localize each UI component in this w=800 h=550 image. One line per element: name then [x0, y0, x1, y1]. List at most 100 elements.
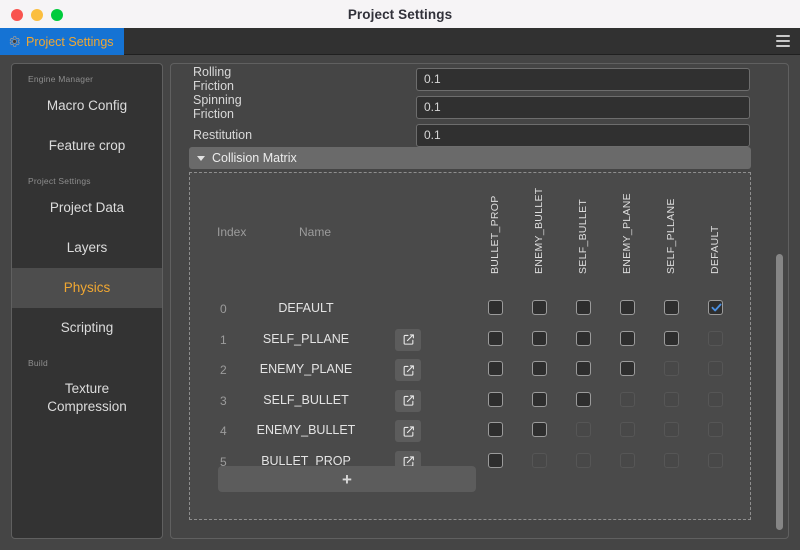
collision-checkbox-enemy_plane-self_bullet[interactable]	[576, 361, 591, 376]
row-index: 4	[220, 424, 227, 438]
column-header-default: DEFAULT	[709, 225, 721, 274]
spinning-friction-input[interactable]	[416, 95, 750, 119]
sidebar-item-scripting[interactable]: Scripting	[12, 308, 162, 348]
sidebar-item-layers[interactable]: Layers	[12, 228, 162, 268]
tab-bar: Project Settings	[0, 28, 800, 55]
collision-checkbox-default-bullet_prop[interactable]	[488, 300, 503, 315]
row-name: ENEMY_BULLET	[256, 423, 356, 437]
row-name: SELF_PLLANE	[262, 331, 350, 346]
collision-matrix-section-header[interactable]: Collision Matrix	[189, 147, 751, 169]
collision-checkbox-bullet_prop-bullet_prop[interactable]	[488, 452, 503, 468]
body-area: Engine Manager Macro Config Feature crop…	[0, 56, 800, 550]
row-index: 1	[220, 332, 227, 347]
rolling-friction-input[interactable]	[416, 67, 750, 91]
collision-checkbox-enemy_bullet-default	[708, 422, 723, 437]
sidebar-item-texture-compression[interactable]: Texture Compression	[12, 370, 162, 426]
sidebar-item-label-line1: Texture	[64, 381, 110, 397]
restitution-input[interactable]	[416, 123, 750, 147]
sidebar-item-label: Project Data	[49, 200, 125, 216]
table-row: 0 DEFAULT	[190, 294, 752, 327]
collision-checkbox-self_pllane-bullet_prop[interactable]	[488, 330, 503, 346]
add-row-button-label: +	[342, 469, 352, 489]
sidebar-item-physics[interactable]: Physics	[12, 268, 162, 308]
collision-checkbox-self_pllane-default	[708, 330, 723, 346]
collision-checkbox-bullet_prop-self_pllane	[664, 452, 679, 468]
checkmark-icon	[711, 303, 722, 312]
field-label-rolling-friction: Rolling Friction	[193, 65, 234, 93]
collision-checkbox-default-default[interactable]	[708, 300, 723, 315]
collision-checkbox-enemy_plane-bullet_prop[interactable]	[488, 361, 503, 376]
edit-square-icon	[403, 425, 414, 437]
collision-checkbox-default-self_pllane[interactable]	[664, 300, 679, 315]
edit-layer-button[interactable]	[395, 359, 421, 381]
collision-checkbox-enemy_plane-enemy_bullet[interactable]	[532, 361, 547, 376]
collision-checkbox-self_pllane-enemy_bullet[interactable]	[532, 330, 547, 346]
title-bar: Project Settings	[0, 0, 800, 28]
sidebar-item-label: Layers	[66, 240, 108, 256]
collision-checkbox-self_pllane-enemy_plane[interactable]	[620, 330, 635, 346]
edit-square-icon	[403, 364, 414, 376]
hamburger-line	[776, 45, 790, 47]
vertical-scrollbar-thumb[interactable]	[776, 254, 783, 530]
collision-checkbox-enemy_bullet-self_pllane	[664, 422, 679, 437]
gear-icon	[8, 35, 21, 48]
edit-layer-button[interactable]	[395, 389, 421, 412]
add-layer-button[interactable]: +	[218, 466, 476, 492]
column-header-self-pllane: SELF_PLLANE	[665, 198, 677, 274]
app-window: Project Settings Project Settings Engine…	[0, 0, 800, 550]
sidebar-item-macro-config[interactable]: Macro Config	[12, 86, 162, 126]
sidebar-group-label-project-settings: Project Settings	[28, 176, 91, 186]
hamburger-line	[776, 35, 790, 37]
collision-checkbox-self_pllane-self_bullet[interactable]	[576, 330, 591, 346]
sidebar-item-label: Feature crop	[48, 138, 126, 154]
vertical-scrollbar-track[interactable]	[775, 66, 784, 538]
collision-checkbox-bullet_prop-enemy_bullet	[532, 452, 547, 468]
table-row: 3 SELF_BULLET	[190, 386, 752, 419]
table-row: 1 SELF_PLLANE	[190, 325, 752, 358]
collision-checkbox-enemy_plane-default	[708, 361, 723, 376]
row-name: DEFAULT	[278, 301, 334, 315]
collision-checkbox-enemy_plane-enemy_plane[interactable]	[620, 361, 635, 376]
column-header-index: Index	[217, 225, 247, 239]
column-header-name: Name	[299, 225, 332, 239]
collision-checkbox-self_pllane-self_pllane[interactable]	[664, 330, 679, 346]
row-index: 0	[220, 302, 227, 316]
traffic-lights	[11, 9, 63, 21]
sidebar-item-project-data[interactable]: Project Data	[12, 188, 162, 228]
collision-matrix-title: Collision Matrix	[212, 151, 297, 165]
edit-square-icon	[403, 395, 414, 406]
hamburger-icon[interactable]	[776, 35, 790, 47]
collision-checkbox-bullet_prop-enemy_plane	[620, 452, 635, 468]
collision-checkbox-bullet_prop-default	[708, 452, 723, 468]
collision-checkbox-self_bullet-bullet_prop[interactable]	[488, 391, 503, 407]
tab-project-settings[interactable]: Project Settings	[0, 28, 124, 55]
collision-checkbox-self_bullet-enemy_bullet[interactable]	[532, 391, 547, 407]
close-button[interactable]	[11, 9, 23, 21]
collision-matrix-body: BULLET_PROP ENEMY_BULLET SELF_BULLET ENEMY_…	[189, 172, 751, 520]
collision-checkbox-default-enemy_bullet[interactable]	[532, 300, 547, 315]
field-label-restitution: Restitution	[193, 128, 253, 142]
table-row: 4 ENEMY_BULLET	[190, 416, 752, 449]
edit-layer-button[interactable]	[395, 328, 421, 351]
collision-checkbox-default-self_bullet[interactable]	[576, 300, 591, 315]
minimize-button[interactable]	[31, 9, 43, 21]
sidebar-item-feature-crop[interactable]: Feature crop	[12, 126, 162, 166]
tab-label: Project Settings	[26, 34, 114, 49]
maximize-button[interactable]	[51, 9, 63, 21]
column-header-self-bullet: SELF_BULLET	[577, 198, 589, 274]
sidebar-item-label: Physics	[63, 280, 111, 296]
table-row: 2 ENEMY_PLANE	[190, 355, 752, 388]
sidebar-group-label-engine-manager: Engine Manager	[28, 74, 94, 84]
sidebar-group-label-build: Build	[28, 358, 48, 368]
collision-checkbox-enemy_plane-self_pllane	[664, 361, 679, 376]
edit-layer-button[interactable]	[395, 420, 421, 442]
collision-checkbox-default-enemy_plane[interactable]	[620, 300, 635, 315]
collision-checkbox-enemy_bullet-enemy_bullet[interactable]	[532, 422, 547, 437]
collision-checkbox-enemy_bullet-bullet_prop[interactable]	[488, 422, 503, 437]
row-name: SELF_BULLET	[263, 392, 349, 407]
collision-checkbox-self_bullet-enemy_plane	[620, 391, 635, 407]
row-name: ENEMY_PLANE	[259, 362, 353, 376]
collision-checkbox-self_bullet-default	[708, 391, 723, 407]
column-header-enemy-bullet: ENEMY_BULLET	[533, 187, 545, 274]
collision-checkbox-self_bullet-self_bullet[interactable]	[576, 391, 591, 407]
